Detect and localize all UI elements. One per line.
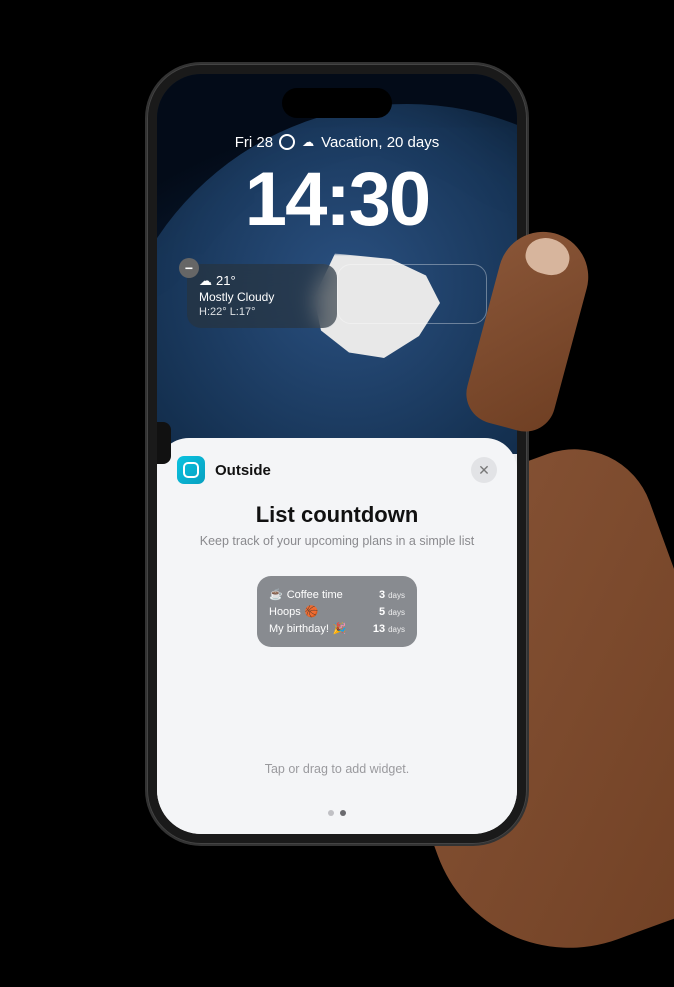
widget-title: List countdown <box>177 502 497 528</box>
add-widget-instruction: Tap or drag to add widget. <box>177 762 497 776</box>
activity-ring-icon <box>279 134 295 150</box>
widget-gallery-sheet: Outside ✕ List countdown Keep track of y… <box>157 438 517 833</box>
coffee-icon: ☕ <box>269 588 283 601</box>
page-dot <box>328 810 334 816</box>
list-item-unit: days <box>388 591 405 600</box>
side-tab[interactable] <box>157 422 171 464</box>
empty-widget-slot[interactable] <box>337 264 487 324</box>
lockscreen-event: Vacation, 20 days <box>321 134 439 151</box>
page-dot-active <box>340 810 346 816</box>
weather-condition: Mostly Cloudy <box>199 289 325 305</box>
list-item-count: 13 <box>373 623 385 635</box>
remove-widget-button[interactable]: − <box>179 258 199 278</box>
app-name-label: Outside <box>215 462 461 479</box>
widget-preview[interactable]: ☕ Coffee time 3 days Hoops 🏀 5 <box>257 576 417 647</box>
weather-high-low: H:22° L:17° <box>199 305 325 320</box>
weather-glyph-icon: ☁ <box>301 135 315 149</box>
weather-widget[interactable]: ☁ 21° Mostly Cloudy H:22° L:17° <box>187 264 337 329</box>
list-item-unit: days <box>388 608 405 617</box>
list-item-label: Hoops <box>269 606 301 618</box>
list-item-count: 5 <box>379 606 385 618</box>
lockscreen-complications-row[interactable]: Fri 28 ☁ Vacation, 20 days <box>157 134 517 151</box>
party-icon: 🎉 <box>333 622 347 635</box>
list-item-count: 3 <box>379 589 385 601</box>
list-item-label: My birthday! <box>269 623 329 635</box>
basketball-icon: 🏀 <box>305 605 319 618</box>
widget-subtitle: Keep track of your upcoming plans in a s… <box>177 534 497 548</box>
list-item-unit: days <box>388 625 405 634</box>
iphone-screen: Fri 28 ☁ Vacation, 20 days 14:30 − ☁ 21°… <box>157 74 517 834</box>
cloud-icon: ☁ <box>199 272 212 290</box>
list-item: ☕ Coffee time 3 days <box>269 586 405 603</box>
close-icon: ✕ <box>478 462 490 479</box>
lockscreen-date: Fri 28 <box>235 134 273 151</box>
close-button[interactable]: ✕ <box>471 457 497 483</box>
list-item: My birthday! 🎉 13 days <box>269 620 405 637</box>
outside-app-icon <box>177 456 205 484</box>
page-indicator[interactable] <box>328 810 346 816</box>
lockscreen-clock[interactable]: 14:30 <box>157 156 517 243</box>
list-item: Hoops 🏀 5 days <box>269 603 405 620</box>
list-item-label: Coffee time <box>287 589 343 601</box>
dynamic-island <box>282 88 392 118</box>
weather-temp: 21° <box>216 272 236 290</box>
iphone-frame: Fri 28 ☁ Vacation, 20 days 14:30 − ☁ 21°… <box>147 64 527 844</box>
